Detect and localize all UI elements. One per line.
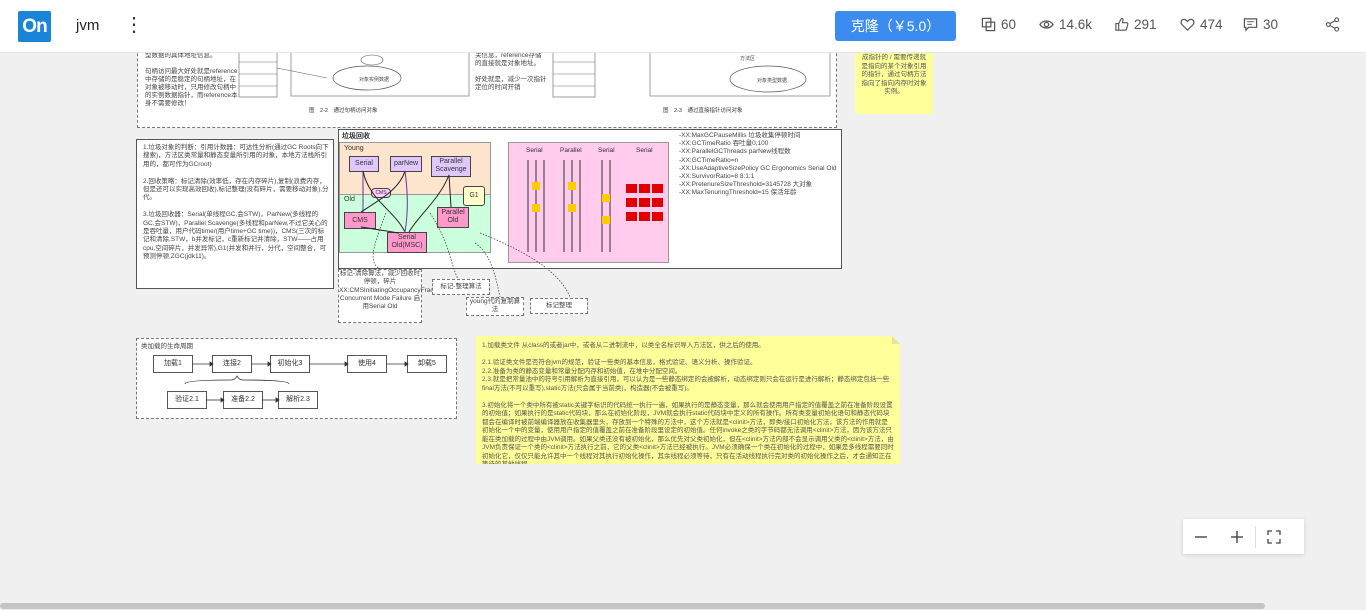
fit-screen-button[interactable] [1256, 519, 1292, 554]
likes-stat[interactable]: 291 [1114, 17, 1157, 32]
comments-stat[interactable]: 30 [1243, 17, 1278, 32]
zoom-out-button[interactable] [1183, 519, 1219, 554]
top-bar: On jvm ⋮ 克隆（￥5.0） 60 14.6k 291 474 30 [0, 0, 1366, 53]
horizontal-scrollbar[interactable] [0, 603, 1265, 609]
gc-algorithm-text: 1.垃圾对象的判断：引用计数器：可达性分析(通过GC Roots向下搜索)，方法… [143, 144, 329, 261]
sticky-note-top-text: 成指针的 / 需要传递就是指向的某个对象引用的指针，通过句柄方法指向了指向内存时… [861, 54, 927, 95]
object-instance-label: 对象实例数据 [359, 76, 389, 83]
zoom-in-button[interactable] [1219, 519, 1255, 554]
heart-icon [1180, 18, 1195, 31]
comments-count: 30 [1263, 17, 1279, 32]
sticky-note-top[interactable]: 成指针的 / 需要传递就是指向的某个对象引用的指针，通过句柄方法指向了指向内存时… [855, 53, 933, 114]
object-type-label: 对象类型数据 [757, 77, 787, 84]
class-loading-lifecycle[interactable]: 类加载的生命周期 加载1 连接2 初始化3 使用4 卸载5 验证2.1 准备2.… [136, 338, 457, 419]
object-access-frame[interactable]: 型数据的具体地址信息。 句柄访问最大好处就是reference中存储的是稳定的句… [137, 53, 837, 128]
handle-access-text: 型数据的具体地址信息。 句柄访问最大好处就是reference中存储的是稳定的句… [145, 53, 238, 107]
note-connectors [372, 212, 571, 298]
gc-algorithm-box[interactable]: 1.垃圾对象的判断：引用计数器：可达性分析(通过GC Roots向下搜索)，方法… [136, 139, 334, 289]
favorites-count: 474 [1200, 17, 1223, 32]
fullscreen-icon [1267, 529, 1281, 544]
jvm-flags-text: -XX:MaxGCPauseMillis 垃圾收集停顿时间 -XX:GCTime… [679, 132, 837, 197]
direct-pointer-figure: 方法区 对象类型数据 图 2-3 通过直接指针访问对象 [552, 53, 831, 114]
clone-button[interactable]: 克隆（￥5.0） [835, 11, 956, 41]
copies-stat[interactable]: 60 [981, 17, 1016, 32]
fig-2-2-caption: 图 2-2 通过句柄访问对象 [309, 106, 378, 114]
views-count: 14.6k [1059, 17, 1093, 32]
more-options-icon[interactable]: ⋮ [124, 13, 144, 37]
class-loading-note[interactable]: 1.加载类文件 从class的或者jar中，或者从二进制流中，以类全名标识导入方… [476, 336, 900, 464]
favorites-stat[interactable]: 474 [1180, 17, 1223, 32]
app-logo[interactable]: On [18, 11, 51, 42]
copy-icon [981, 17, 996, 32]
zoom-controls [1183, 519, 1304, 554]
document-title[interactable]: jvm [76, 17, 99, 34]
share-icon[interactable] [1325, 17, 1340, 32]
handle-access-figure: 对象实例数据 图 2-2 通过句柄访问对象 [238, 53, 470, 114]
views-stat: 14.6k [1039, 17, 1092, 32]
copies-count: 60 [1001, 17, 1017, 32]
plus-icon [1231, 530, 1243, 543]
fig-2-3-caption: 图 2-3 通过直接指针访问对象 [663, 106, 743, 114]
note-fold-corner [892, 336, 900, 344]
lifecycle-arrows [184, 361, 409, 403]
eye-icon [1039, 20, 1054, 29]
minus-icon [1195, 535, 1207, 538]
method-area-label: 方法区 [740, 55, 755, 62]
direct-pointer-text: 关信息，reference存储的直接就是对象地址。 好处就是，减少一次指针定位的… [475, 53, 547, 91]
comment-icon [1243, 18, 1258, 32]
mindmap-canvas[interactable]: 型数据的具体地址信息。 句柄访问最大好处就是reference中存储的是稳定的句… [0, 53, 1366, 610]
thumbs-up-icon [1115, 17, 1129, 31]
likes-count: 291 [1134, 17, 1157, 32]
